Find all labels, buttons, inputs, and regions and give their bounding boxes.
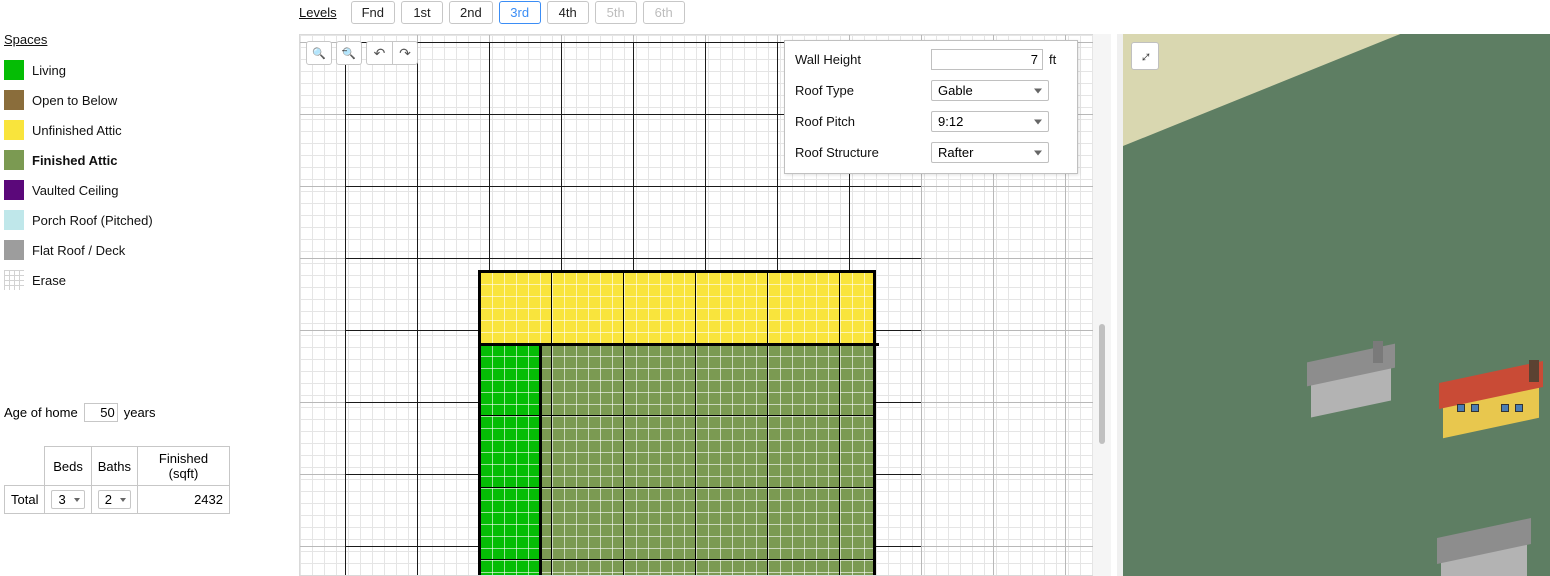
level-6th: 6th [643,1,685,24]
wall-height-unit: ft [1049,52,1067,67]
ground-plane [1117,34,1550,576]
canvas-scrollbar[interactable] [1093,34,1111,576]
swatch-living [4,60,24,80]
swatch-flat [4,240,24,260]
swatch-vault [4,180,24,200]
zoom-in-button[interactable] [306,41,332,65]
hdr-baths: Baths [91,447,137,486]
roof-pitch-select[interactable]: 9:12 [931,111,1049,132]
space-flat-label: Flat Roof / Deck [32,243,125,258]
space-flat-roof[interactable]: Flat Roof / Deck [4,235,230,265]
space-porch-label: Porch Roof (Pitched) [32,213,153,228]
space-open-below[interactable]: Open to Below [4,85,230,115]
canvas-tools [306,41,418,65]
baths-select[interactable]: 2 [98,490,131,509]
swatch-erase [4,270,24,290]
roof-type-label: Roof Type [795,83,925,98]
space-vaulted[interactable]: Vaulted Ceiling [4,175,230,205]
age-label: Age of home [4,405,78,420]
age-unit: years [124,405,156,420]
space-erase-label: Erase [32,273,66,288]
spaces-title[interactable]: Spaces [4,32,47,47]
wall-height-input[interactable] [931,49,1043,70]
roof-type-select[interactable]: Gable [931,80,1049,101]
orbit-button[interactable]: ↔ [1131,42,1159,70]
spaces-panel: Spaces Living Open to Below Unfinished A… [0,32,230,514]
levels-label[interactable]: Levels [299,5,337,20]
level-4th[interactable]: 4th [547,1,589,24]
space-vault-label: Vaulted Ceiling [32,183,118,198]
space-finished-attic[interactable]: Finished Attic [4,145,230,175]
swatch-fin [4,150,24,170]
redo-button[interactable] [392,41,418,65]
space-erase[interactable]: Erase [4,265,230,295]
space-porch-roof[interactable]: Porch Roof (Pitched) [4,205,230,235]
roof-struct-select[interactable]: Rafter [931,142,1049,163]
beds-select[interactable]: 3 [51,490,84,509]
age-row: Age of home years [4,403,230,422]
roof-struct-label: Roof Structure [795,145,925,160]
floor-outline [478,270,876,576]
hdr-finished: Finished (sqft) [137,447,229,486]
levels-bar: Levels Fnd 1st 2nd 3rd 4th 5th 6th [299,0,685,24]
level-3rd[interactable]: 3rd [499,1,541,24]
scroll-thumb[interactable] [1099,324,1105,444]
hdr-beds: Beds [45,447,91,486]
undo-button[interactable] [366,41,392,65]
stats-table: Beds Baths Finished (sqft) Total 3 2 243… [4,446,230,514]
zoom-out-button[interactable] [336,41,362,65]
level-1st[interactable]: 1st [401,1,443,24]
space-unfinished-attic[interactable]: Unfinished Attic [4,115,230,145]
swatch-porch [4,210,24,230]
age-input[interactable] [84,403,118,422]
space-living[interactable]: Living [4,55,230,85]
3d-view[interactable]: ↔ [1117,34,1550,576]
wall-height-label: Wall Height [795,52,925,67]
swatch-open [4,90,24,110]
space-open-label: Open to Below [32,93,117,108]
row-total-label: Total [5,486,45,514]
divider-green [539,345,542,576]
level-2nd[interactable]: 2nd [449,1,493,24]
space-unfin-label: Unfinished Attic [32,123,122,138]
swatch-unfin [4,120,24,140]
level-fnd[interactable]: Fnd [351,1,395,24]
space-living-label: Living [32,63,66,78]
space-fin-label: Finished Attic [32,153,117,168]
finished-sqft: 2432 [137,486,229,514]
roof-pitch-label: Roof Pitch [795,114,925,129]
level-5th: 5th [595,1,637,24]
floor-properties: Wall Height ft Roof Type Gable Roof Pitc… [784,40,1078,174]
orbit-icon: ↔ [1133,44,1157,68]
